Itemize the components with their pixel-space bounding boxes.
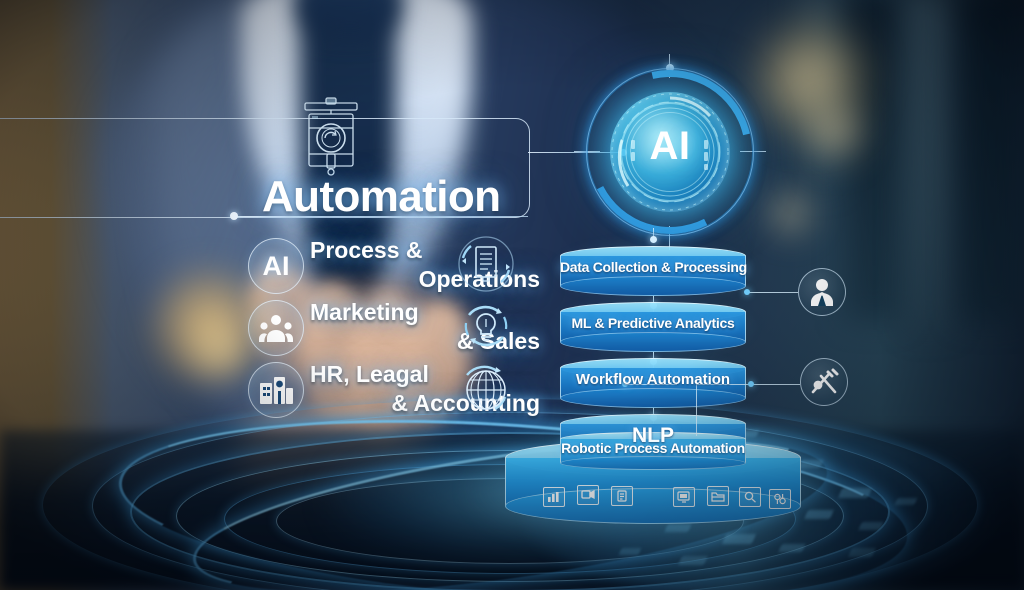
layer-label: Workflow Automation [575, 371, 731, 388]
layer-label: Data Collection & Processing [560, 259, 747, 275]
layer-label: ML & Predictive Analytics [571, 315, 735, 331]
scene-root: Automation AI Process & Operations [0, 0, 1024, 590]
vignette-overlay [0, 0, 1024, 590]
layer-label: Robotic Process Automation [561, 440, 745, 456]
